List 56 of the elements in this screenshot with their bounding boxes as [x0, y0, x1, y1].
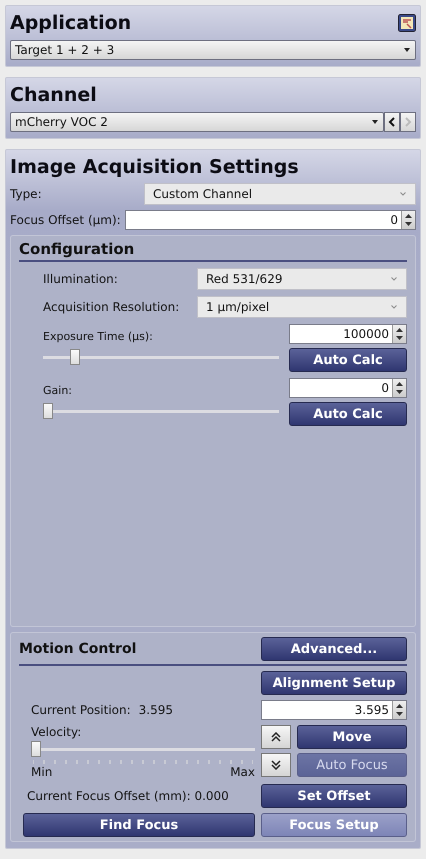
chevron-left-icon	[388, 117, 396, 127]
slider-thumb[interactable]	[70, 349, 80, 365]
double-chevron-up-icon	[271, 732, 281, 742]
panel-title: Application	[10, 12, 132, 34]
double-chevron-down-icon	[271, 760, 281, 770]
alignment-setup-button[interactable]: Alignment Setup	[261, 671, 407, 695]
move-down-button[interactable]	[261, 753, 291, 777]
spin-arrows-icon[interactable]	[392, 325, 406, 343]
channel-dropdown[interactable]: mCherry VOC 2	[10, 112, 384, 132]
panel-title: Image Acquisition Settings	[10, 156, 300, 178]
auto-calc-button[interactable]: Auto Calc	[289, 402, 407, 426]
field-label: Illumination:	[43, 272, 119, 286]
field-label: Type:	[10, 187, 43, 201]
chevron-down-icon	[390, 276, 398, 282]
field-label: Acquisition Resolution:	[43, 300, 180, 314]
chevron-down-icon	[390, 304, 398, 310]
position-field[interactable]: 3.595	[261, 700, 407, 720]
max-label: Max	[230, 765, 255, 779]
previous-button[interactable]	[384, 112, 400, 132]
slider-thumb[interactable]	[31, 741, 41, 757]
illumination-dropdown[interactable]: Red 531/629	[197, 268, 407, 290]
focus-offset-reading: Current Focus Offset (mm): 0.000	[26, 789, 229, 803]
field-label: Velocity:	[31, 725, 82, 739]
gain-slider[interactable]	[43, 401, 279, 421]
panel-title: Channel	[10, 84, 98, 106]
field-label: Exposure Time (µs):	[43, 330, 154, 343]
move-up-button[interactable]	[261, 725, 291, 749]
spin-arrows-icon[interactable]	[392, 379, 406, 397]
gain-field[interactable]: 0	[289, 378, 407, 398]
exposure-field[interactable]: 100000	[289, 324, 407, 344]
spin-arrows-icon[interactable]	[392, 701, 406, 719]
resolution-dropdown[interactable]: 1 µm/pixel	[197, 296, 407, 318]
focus-offset-field[interactable]: 0	[124, 210, 416, 230]
auto-calc-button[interactable]: Auto Calc	[289, 348, 407, 372]
move-button[interactable]: Move	[297, 725, 407, 749]
field-label: Focus Offset (µm):	[10, 213, 121, 227]
set-offset-button[interactable]: Set Offset	[261, 784, 407, 808]
window-icon[interactable]	[398, 14, 416, 32]
section-title: Configuration	[19, 240, 407, 262]
dropdown-arrow-icon	[403, 47, 411, 53]
type-dropdown[interactable]: Custom Channel	[144, 183, 416, 205]
chevron-down-icon	[399, 191, 407, 197]
spin-arrows-icon[interactable]	[401, 211, 415, 229]
field-label: Gain:	[43, 384, 73, 397]
dropdown-arrow-icon	[371, 119, 379, 125]
exposure-slider[interactable]	[43, 347, 279, 367]
chevron-right-icon	[404, 117, 412, 127]
position-value: 3.595	[138, 703, 174, 717]
advanced-button[interactable]: Advanced...	[261, 637, 407, 661]
position-label: Current Position:	[31, 703, 131, 717]
target-dropdown[interactable]: Target 1 + 2 + 3	[10, 40, 416, 60]
velocity-slider[interactable]	[31, 739, 255, 759]
section-title: Motion Control	[19, 641, 136, 657]
find-focus-button[interactable]: Find Focus	[23, 813, 255, 837]
slider-thumb[interactable]	[43, 403, 53, 419]
min-label: Min	[31, 765, 52, 779]
